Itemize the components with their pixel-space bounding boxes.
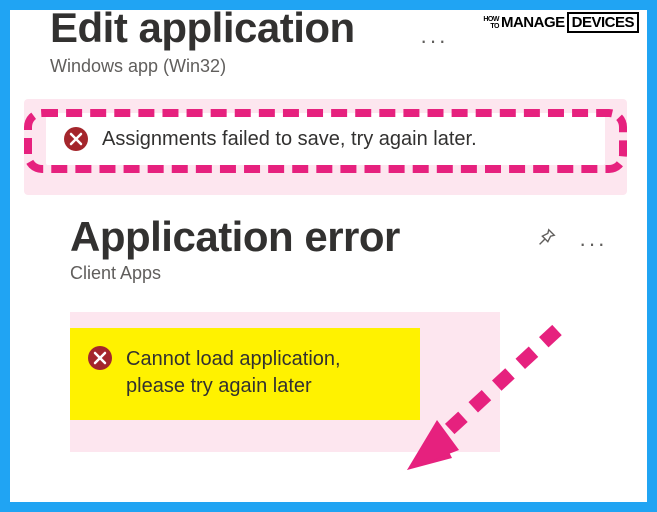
page-title: Application error bbox=[70, 213, 647, 261]
error-banner-highlight: Assignments failed to save, try again la… bbox=[24, 99, 627, 195]
error-banner-text: Assignments failed to save, try again la… bbox=[102, 128, 477, 151]
logo-howto: HOW TO bbox=[483, 16, 499, 30]
error-banner-bg: Cannot load application, please try agai… bbox=[70, 312, 500, 452]
error-banner-text: Cannot load application, please try agai… bbox=[126, 346, 402, 400]
error-banner: Assignments failed to save, try again la… bbox=[46, 113, 605, 165]
logo-manage: MANAGE bbox=[501, 14, 565, 31]
more-menu-button[interactable]: ··· bbox=[420, 28, 448, 54]
error-icon bbox=[88, 346, 112, 370]
frame: HOW TO MANAGE DEVICES Edit application W… bbox=[0, 0, 657, 512]
logo-devices: DEVICES bbox=[567, 12, 639, 33]
error-banner-highlight: Cannot load application, please try agai… bbox=[70, 328, 420, 420]
application-error-panel: Application error Client Apps ··· bbox=[10, 213, 647, 284]
page-subtitle: Windows app (Win32) bbox=[50, 56, 647, 77]
page-subtitle: Client Apps bbox=[70, 263, 647, 284]
site-logo: HOW TO MANAGE DEVICES bbox=[483, 12, 639, 33]
error-banner-bg: Assignments failed to save, try again la… bbox=[24, 99, 627, 195]
more-menu-button[interactable]: ··· bbox=[579, 231, 607, 257]
error-banner-wrap: Cannot load application, please try agai… bbox=[70, 312, 500, 452]
pin-button[interactable] bbox=[535, 227, 557, 254]
error-icon bbox=[64, 127, 88, 151]
